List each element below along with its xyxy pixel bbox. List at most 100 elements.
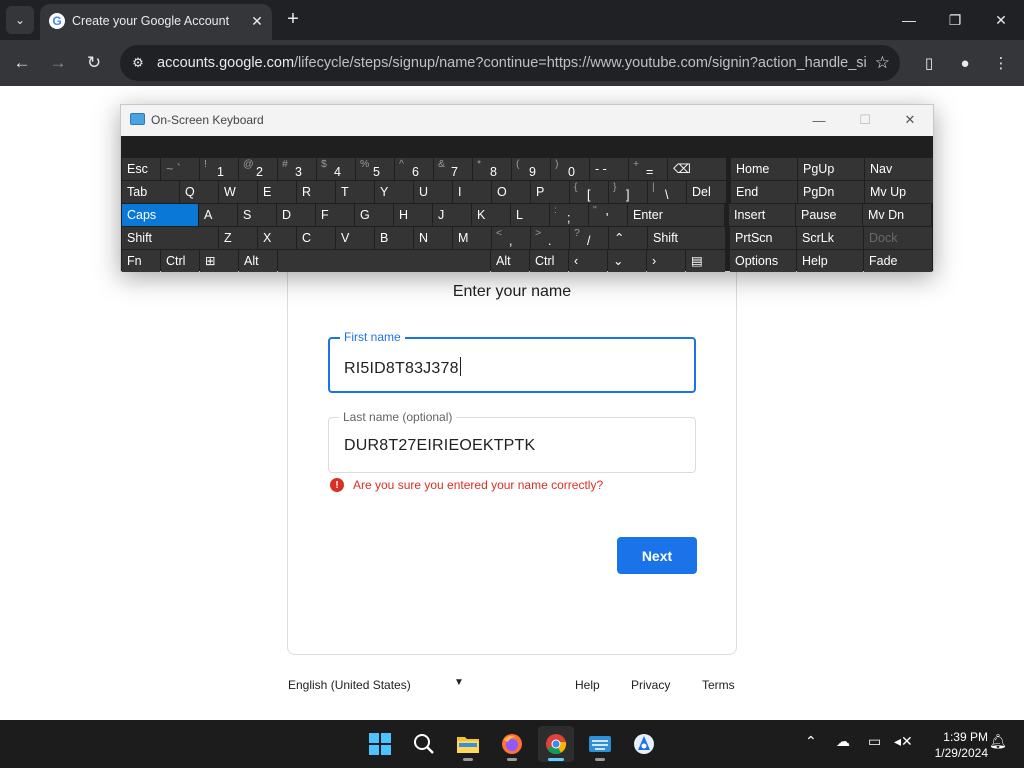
bookmark-star-icon[interactable]: ☆ [875, 53, 890, 73]
osk-key-[interactable]: {[ [570, 181, 608, 203]
last-name-field[interactable]: Last name (optional) DUR8T27EIRIEOEKTPTK [328, 410, 696, 473]
osk-key-[interactable]: | \ [648, 181, 686, 203]
onedrive-cloud-icon[interactable]: ☁ [836, 733, 850, 750]
network-icon[interactable]: ▭ [868, 733, 881, 750]
osk-key-o[interactable]: O [492, 181, 530, 203]
osk-key-p[interactable]: P [531, 181, 569, 203]
system-clock[interactable]: 1:39 PM 1/29/2024 [916, 729, 988, 761]
osk-key-7[interactable]: & 7 [434, 158, 472, 180]
search-icon[interactable] [406, 726, 442, 762]
osk-key-shift[interactable]: Shift [648, 227, 725, 249]
osk-key-h[interactable]: H [394, 204, 432, 226]
osk-key-2[interactable]: @2 [239, 158, 277, 180]
tray-chevron-up-icon[interactable]: ⌃ [805, 733, 817, 750]
osk-key-prtscn[interactable]: PrtScn [730, 227, 796, 249]
osk-key-alt[interactable]: Alt [239, 250, 277, 272]
osk-key-[interactable]: ⌃ [609, 227, 647, 249]
tab-search-chevron-icon[interactable]: ⌄ [6, 6, 34, 34]
osk-key-mvdn[interactable]: Mv Dn [863, 204, 931, 226]
reload-icon[interactable]: ↻ [81, 50, 107, 76]
osk-key-t[interactable]: T [336, 181, 374, 203]
osk-key-q[interactable]: Q [180, 181, 218, 203]
osk-key-e[interactable]: E [258, 181, 296, 203]
osk-key-[interactable]: :; [550, 204, 588, 226]
osk-key-del[interactable]: Del [687, 181, 726, 203]
osk-key-[interactable]: ▤ [686, 250, 725, 272]
osk-key-[interactable]: >. [531, 227, 569, 249]
osk-key-r[interactable]: R [297, 181, 335, 203]
osk-key-n[interactable]: N [414, 227, 452, 249]
osk-minimize-icon[interactable]: — [809, 111, 829, 129]
osk-key-esc[interactable]: Esc [122, 158, 160, 180]
osk-key-enter[interactable]: Enter [628, 204, 724, 226]
osk-key-[interactable]: ⊞ [200, 250, 238, 272]
first-name-input[interactable]: RI5ID8T83J378 [344, 357, 461, 378]
osk-key-5[interactable]: % 5 [356, 158, 394, 180]
osk-key-scrlk[interactable]: ScrLk [797, 227, 863, 249]
next-button[interactable]: Next [617, 537, 697, 574]
osk-key-alt[interactable]: Alt [491, 250, 529, 272]
osk-key-d[interactable]: D [277, 204, 315, 226]
osk-key-j[interactable]: J [433, 204, 471, 226]
help-link[interactable]: Help [575, 678, 600, 692]
back-arrow-icon[interactable]: ← [9, 50, 35, 76]
osk-key-u[interactable]: U [414, 181, 452, 203]
osk-key-nav[interactable]: Nav [865, 158, 933, 180]
osk-key-pgup[interactable]: PgUp [798, 158, 864, 180]
osk-key-c[interactable]: C [297, 227, 335, 249]
osk-key-fn[interactable]: Fn [122, 250, 160, 272]
window-restore-icon[interactable]: ❐ [940, 6, 970, 34]
osk-key-k[interactable]: K [472, 204, 510, 226]
osk-key-9[interactable]: (9 [512, 158, 550, 180]
forward-arrow-icon[interactable]: → [45, 50, 71, 76]
assistant-app-icon[interactable] [626, 726, 662, 762]
osk-key-[interactable]: - - [590, 158, 628, 180]
osk-key-[interactable]: ⌄ [608, 250, 646, 272]
profile-avatar-icon[interactable]: ● [954, 52, 976, 74]
osk-key-options[interactable]: Options [730, 250, 796, 272]
osk-key-1[interactable]: ! 1 [200, 158, 238, 180]
osk-key-fade[interactable]: Fade [864, 250, 932, 272]
on-screen-keyboard-app-icon[interactable] [582, 726, 618, 762]
osk-key-home[interactable]: Home [731, 158, 797, 180]
browser-tab[interactable]: G Create your Google Account ✕ [40, 4, 272, 40]
osk-key-[interactable]: ‹ [569, 250, 607, 272]
osk-key-w[interactable]: W [219, 181, 257, 203]
osk-key-l[interactable]: L [511, 204, 549, 226]
osk-key-pgdn[interactable]: PgDn [798, 181, 864, 203]
address-bar[interactable]: ⚙ accounts.google.com/lifecycle/steps/si… [120, 45, 900, 81]
start-windows-icon[interactable] [362, 726, 398, 762]
osk-close-icon[interactable]: ✕ [900, 111, 920, 129]
osk-key-v[interactable]: V [336, 227, 374, 249]
osk-key-ctrl[interactable]: Ctrl [161, 250, 199, 272]
osk-key-[interactable]: ⌫ [668, 158, 726, 180]
osk-key-pause[interactable]: Pause [796, 204, 862, 226]
terms-link[interactable]: Terms [702, 678, 735, 692]
chrome-icon[interactable] [538, 726, 574, 762]
osk-key-[interactable]: ? / [570, 227, 608, 249]
language-selector[interactable]: English (United States) [288, 678, 411, 692]
firefox-icon[interactable] [494, 726, 530, 762]
osk-key-mvup[interactable]: Mv Up [865, 181, 933, 203]
more-menu-kebab-icon[interactable]: ⋮ [990, 52, 1012, 74]
osk-key-0[interactable]: ) 0 [551, 158, 589, 180]
osk-key-i[interactable]: I [453, 181, 491, 203]
window-close-icon[interactable]: ✕ [986, 6, 1016, 34]
notification-bell-icon[interactable]: 🔔︎ [989, 733, 1007, 750]
osk-key-help[interactable]: Help [797, 250, 863, 272]
osk-key-a[interactable]: A [199, 204, 237, 226]
osk-key-shift[interactable]: Shift [122, 227, 218, 249]
side-panel-icon[interactable]: ▯ [918, 52, 940, 74]
volume-muted-icon[interactable]: ◂✕ [894, 733, 913, 750]
osk-key-f[interactable]: F [316, 204, 354, 226]
osk-title-bar[interactable]: On-Screen Keyboard — ☐ ✕ [121, 105, 933, 136]
privacy-link[interactable]: Privacy [631, 678, 670, 692]
osk-key-ctrl[interactable]: Ctrl [530, 250, 568, 272]
osk-key-x[interactable]: X [258, 227, 296, 249]
osk-key-b[interactable]: B [375, 227, 413, 249]
language-dropdown-caret-icon[interactable]: ▼ [454, 677, 464, 688]
osk-key-[interactable]: }] [609, 181, 647, 203]
osk-key-3[interactable]: #3 [278, 158, 316, 180]
file-explorer-icon[interactable] [450, 726, 486, 762]
site-info-tune-icon[interactable]: ⚙ [128, 53, 148, 73]
